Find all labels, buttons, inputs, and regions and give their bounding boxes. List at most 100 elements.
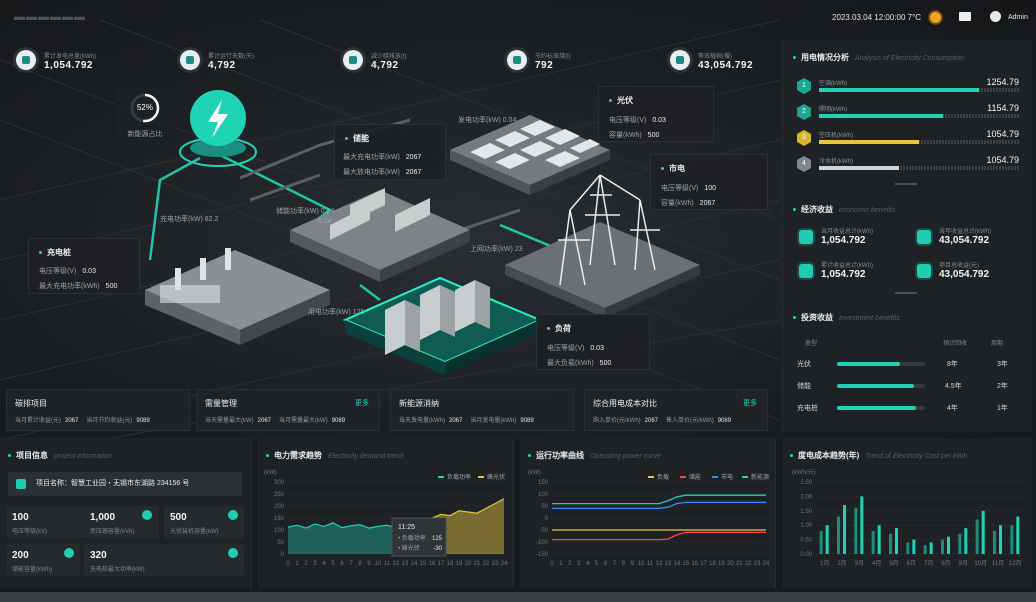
x-tick-label: 24 <box>763 561 770 567</box>
demand-management-card[interactable]: 需量管理 更多 当天需量最大(kW) 2067 当月需量最大(kW) 9089 <box>196 389 380 431</box>
y-tick-label: 50 <box>277 540 284 546</box>
bar <box>964 528 968 554</box>
power-chart[interactable]: (kW)150100500-50-100-1500 1 2 3 4 5 6 7 8 9 10 11 12… <box>520 468 776 583</box>
carbon-project-card[interactable]: 碳排项目 当月累计收益(元) 2067 当月节约收益(元) 9089 <box>6 389 190 431</box>
x-tick-label: 9月 <box>959 560 968 567</box>
x-tick-label: 6 <box>340 561 344 567</box>
bar <box>906 542 910 554</box>
cost-trend-panel: 度电成本趋势(年) Trend of Electricity Cost per k… <box>782 438 1032 588</box>
load-power-label: 用电功率(kW) 125 <box>308 309 365 316</box>
money-icon <box>917 230 931 244</box>
power-curve-panel: 运行功率曲线 Operating power curve 负载 储能 市电 新能源… <box>520 438 776 588</box>
x-tick-label: 10 <box>638 561 645 567</box>
y-axis-label: (kW) <box>264 470 277 476</box>
y-tick-label: 0 <box>545 516 549 522</box>
bar <box>860 496 864 554</box>
series-line <box>552 531 766 541</box>
more-link[interactable]: 更多 <box>743 398 757 408</box>
renewable-consumption-card[interactable]: 新能源消纳 当天发电量(kWh) 2067 当月发电量(kWh) 9089 <box>390 389 574 431</box>
solar-icon <box>228 510 238 520</box>
bar <box>929 542 933 554</box>
x-tick-label: 2月 <box>837 560 846 567</box>
consumption-item[interactable]: 1 空调(kWh) 1254.79 <box>797 77 1019 100</box>
y-tick-label: 200 <box>274 504 285 510</box>
tooltip-key: • 峰光伏 <box>398 544 420 552</box>
x-tick-label: 7 <box>349 561 353 567</box>
x-tick-label: 11 <box>384 561 391 567</box>
x-tick-label: 4 <box>322 561 326 567</box>
x-tick-label: 12 <box>656 561 663 567</box>
energy-icon <box>16 50 36 70</box>
consumption-item[interactable]: 4 冷水机(kWh) 1054.79 <box>797 155 1019 178</box>
storage-info-card[interactable]: 储能 最大充电功率(kW) 2067 最大放电功率(kW) 2067 <box>334 124 446 180</box>
x-tick-label: 12月 <box>1009 560 1022 567</box>
x-tick-label: 7月 <box>924 560 933 567</box>
solar-info-card[interactable]: 光伏 电压等级(V) 0.03 容量(kWh) 500 <box>598 86 714 142</box>
x-tick-label: 9 <box>631 561 635 567</box>
mail-icon[interactable] <box>959 12 971 21</box>
bar <box>923 545 927 554</box>
x-tick-label: 1 <box>559 561 563 567</box>
demand-trend-panel: 电力需求趋势 Electricity demand trend 负载功率 峰光伏 … <box>258 438 514 588</box>
x-tick-label: 20 <box>465 561 472 567</box>
bar <box>837 516 840 554</box>
x-tick-label: 21 <box>474 561 481 567</box>
x-tick-label: 3 <box>577 561 581 567</box>
y-tick-label: 100 <box>538 492 549 498</box>
tooltip-time: 11:25 <box>398 524 415 531</box>
user-name[interactable]: Admin <box>1008 14 1028 21</box>
project-title: 项目信息 project information <box>8 450 112 461</box>
y-tick-label: -50 <box>539 528 548 534</box>
consumption-item[interactable]: 2 照明(kWh) 1154.79 <box>797 103 1019 126</box>
cost-chart[interactable]: (kWh/元) 2.50 2.00 1.50 1.00 0.50 0.00 1月 2月 3月 4月 5… <box>782 468 1032 583</box>
x-tick-label: 11月 <box>992 560 1004 567</box>
x-tick-label: 23 <box>492 561 499 567</box>
load-info-card[interactable]: 负荷 电压等级(V) 0.03 最大负载(kWh) 500 <box>536 314 650 370</box>
cost-compare-card[interactable]: 综合用电成本对比 更多 购入单价(元/kWh) 2067 售入单价(元/kWh) 90… <box>584 389 768 431</box>
demand-chart[interactable]: (kW)3002502001501005000 1 2 3 4 5 6 7 8 9 10 11 12 13… <box>258 468 514 583</box>
x-tick-label: 15 <box>682 561 689 567</box>
y-tick-label: 100 <box>274 528 285 534</box>
x-tick-label: 5 <box>595 561 599 567</box>
bar <box>819 530 823 554</box>
consumption-item[interactable]: 3 空压机(kWh) 1054.79 <box>797 129 1019 152</box>
y-tick-label: -100 <box>536 540 549 546</box>
x-tick-label: 5 <box>331 561 335 567</box>
pager-dots[interactable] <box>895 292 917 294</box>
x-tick-label: 24 <box>501 561 508 567</box>
x-tick-label: 6月 <box>907 560 916 567</box>
y-tick-label: -150 <box>536 552 549 558</box>
x-tick-label: 14 <box>411 561 418 567</box>
y-tick-label: 0.00 <box>800 552 812 558</box>
charging-info-card[interactable]: 充电桩 电压等级(V) 0.03 最大充电功率(kWh) 500 <box>28 238 140 294</box>
x-tick-label: 16 <box>691 561 698 567</box>
pager-dots[interactable] <box>895 183 917 185</box>
bar <box>895 528 898 554</box>
x-tick-label: 4 <box>586 561 590 567</box>
economic-item: 当月收益总计(kWh) 1,054.792 <box>799 226 911 256</box>
bar <box>941 539 944 554</box>
x-tick-label: 1 <box>295 561 299 567</box>
x-tick-label: 18 <box>447 561 454 567</box>
kpi-carbon-reduction: 减少碳排放(t) 4,792 <box>343 47 493 77</box>
x-tick-label: 13 <box>402 561 409 567</box>
sun-icon <box>930 12 941 23</box>
more-link[interactable]: 更多 <box>355 398 369 408</box>
x-tick-label: 13 <box>665 561 672 567</box>
user-avatar-icon[interactable] <box>990 11 1001 22</box>
x-tick-label: 3月 <box>855 560 864 567</box>
money-icon <box>799 230 813 244</box>
x-tick-label: 8月 <box>941 560 950 567</box>
x-tick-label: 15 <box>420 561 427 567</box>
grid-info-card[interactable]: 市电 电压等级(V) 100 容量(kWh) 2067 <box>650 154 768 210</box>
x-tick-label: 0 <box>550 561 554 567</box>
bar <box>877 525 881 554</box>
status-bar <box>0 592 1036 602</box>
x-tick-label: 3 <box>313 561 317 567</box>
gauge-percent: 52% <box>136 103 153 112</box>
datetime-weather: 2023.03.04 12:00:00 7°C <box>832 13 922 22</box>
y-tick-label: 150 <box>274 516 285 522</box>
solar-power-label: 发电功率(kW) 0.04 <box>458 117 517 124</box>
project-cell: 320 充电桩最大功率(kW) <box>84 544 244 576</box>
y-tick-label: 1.50 <box>800 509 812 515</box>
